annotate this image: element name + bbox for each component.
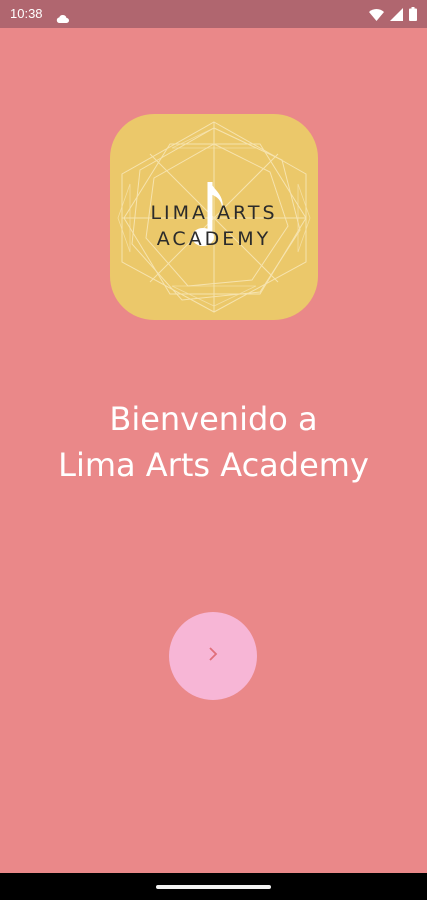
- navigation-bar: [0, 873, 427, 900]
- signal-icon: [390, 6, 403, 25]
- welcome-line2: Lima Arts Academy: [58, 446, 369, 484]
- wifi-icon: [369, 6, 384, 25]
- cloud-icon: [56, 8, 69, 27]
- logo-text-line1: LIMA ARTS: [150, 202, 278, 224]
- battery-icon: [409, 6, 417, 25]
- welcome-screen: LIMA ARTS ACADEMY Bienvenido a Lima Arts…: [0, 28, 427, 873]
- chevron-right-icon: [207, 646, 219, 666]
- next-button[interactable]: [169, 612, 257, 700]
- logo-text-line2: ACADEMY: [156, 228, 272, 250]
- welcome-heading: Bienvenido a Lima Arts Academy: [0, 396, 427, 488]
- status-bar: 10:38: [0, 0, 427, 28]
- welcome-line1: Bienvenido a: [109, 400, 318, 438]
- status-time: 10:38: [10, 6, 43, 21]
- home-indicator[interactable]: [156, 885, 271, 889]
- system-icons: [369, 6, 417, 25]
- academy-logo: LIMA ARTS ACADEMY: [110, 114, 318, 320]
